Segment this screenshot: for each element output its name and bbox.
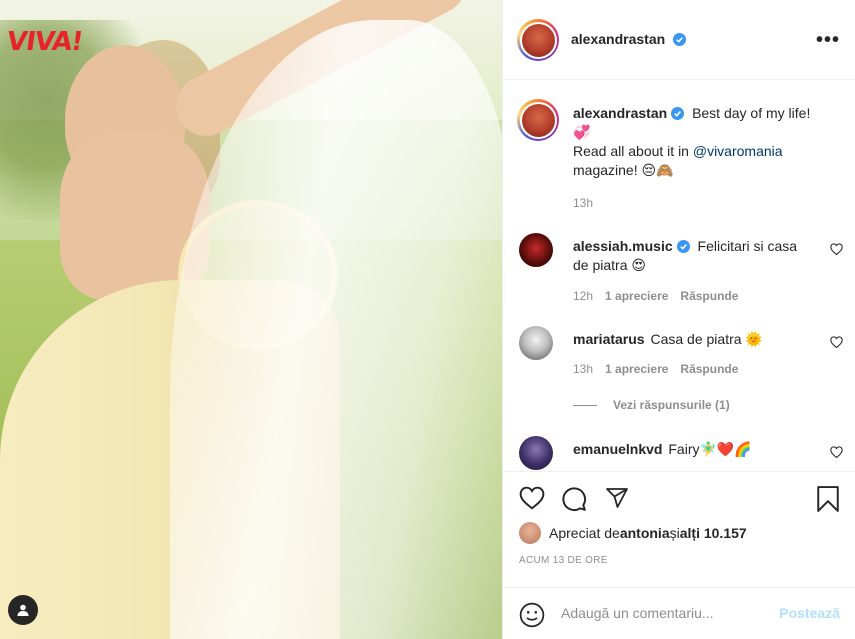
- commenter-avatar[interactable]: [519, 233, 553, 267]
- post-panel: alexandrastan ••• alexandrastan Best day…: [502, 0, 855, 639]
- avatar[interactable]: [517, 19, 559, 61]
- caption: alexandrastan Best day of my life! 💞 Rea…: [517, 99, 849, 219]
- comments-list[interactable]: alexandrastan Best day of my life! 💞 Rea…: [503, 81, 855, 471]
- comment-heart-icon[interactable]: [830, 336, 843, 348]
- reply-button[interactable]: Răspunde: [680, 362, 738, 376]
- caption-time[interactable]: 13h: [573, 196, 593, 210]
- comment-body: Fairy🧚‍♂️❤️🌈: [668, 441, 752, 457]
- header-user: alexandrastan: [571, 31, 687, 47]
- comment-username[interactable]: alessiah.music: [573, 238, 673, 254]
- likes-middle: și: [669, 525, 680, 541]
- commenter-avatar[interactable]: [519, 436, 553, 470]
- post-actions: Apreciat de antonia și alți 10.157 ACUM …: [503, 471, 855, 639]
- caption-meta: 13h: [573, 196, 593, 210]
- comment-input[interactable]: Adaugă un comentariu...: [561, 605, 714, 621]
- caption-line3: magazine! 😔🙈: [573, 162, 674, 178]
- comment-item: mariatarus Casa de piatra 🌞 13h 1 apreci…: [519, 326, 849, 412]
- header-username[interactable]: alexandrastan: [571, 31, 665, 47]
- heart-icon[interactable]: [519, 486, 545, 510]
- view-replies-button[interactable]: Vezi răspunsurile (1): [573, 398, 730, 412]
- more-options-icon[interactable]: •••: [816, 30, 840, 50]
- likes-prefix: Apreciat de: [549, 525, 620, 541]
- comment-text: mariatarus Casa de piatra 🌞: [573, 330, 803, 349]
- likes-summary: Apreciat de antonia și alți 10.157: [519, 522, 747, 544]
- verified-badge-icon: [676, 240, 690, 253]
- likes-user[interactable]: antonia: [620, 525, 670, 541]
- comment-username[interactable]: emanuelnkvd: [573, 441, 662, 457]
- comment-icon[interactable]: [561, 486, 587, 512]
- post-timestamp[interactable]: ACUM 13 DE ORE: [519, 555, 608, 566]
- post-header: alexandrastan •••: [503, 0, 855, 80]
- verified-badge-icon: [671, 107, 685, 120]
- reply-button[interactable]: Răspunde: [680, 289, 738, 303]
- liker-avatar[interactable]: [519, 522, 541, 544]
- verified-badge-icon: [673, 33, 687, 46]
- caption-line1: Best day of my life!: [692, 105, 811, 121]
- comment-text: alessiah.music Felicitari si casa de pia…: [573, 237, 803, 275]
- comment-time[interactable]: 13h: [573, 362, 593, 376]
- caption-text: alexandrastan Best day of my life! 💞 Rea…: [573, 104, 833, 180]
- caption-heart-emoji: 💞: [573, 124, 591, 140]
- viva-logo: VIVA!: [4, 27, 85, 57]
- comment-time[interactable]: 12h: [573, 289, 593, 303]
- caption-username[interactable]: alexandrastan: [573, 105, 667, 121]
- mention-link[interactable]: @vivaromania: [693, 143, 783, 159]
- add-comment-bar: Adaugă un comentariu... Postează: [503, 587, 855, 639]
- comment-item: alessiah.music Felicitari si casa de pia…: [519, 233, 849, 313]
- comment-body: Casa de piatra 🌞: [650, 331, 763, 347]
- share-icon[interactable]: [604, 486, 630, 510]
- comment-text: emanuelnkvd Fairy🧚‍♂️❤️🌈: [573, 440, 803, 459]
- emoji-icon[interactable]: [519, 602, 545, 628]
- comment-meta: 12h 1 apreciere Răspunde: [573, 289, 738, 303]
- comment-heart-icon[interactable]: [830, 243, 843, 255]
- post-button[interactable]: Postează: [779, 605, 840, 621]
- caption-line2-prefix: Read all about it in: [573, 143, 693, 159]
- likes-others[interactable]: alți 10.157: [680, 525, 747, 541]
- comment-likes[interactable]: 1 apreciere: [605, 289, 668, 303]
- comment-likes[interactable]: 1 apreciere: [605, 362, 668, 376]
- user-tag-icon[interactable]: [8, 595, 38, 625]
- commenter-avatar[interactable]: [519, 326, 553, 360]
- view-replies-label: Vezi răspunsurile (1): [613, 398, 730, 412]
- bookmark-icon[interactable]: [816, 486, 840, 512]
- replies-divider: [573, 404, 597, 406]
- comment-meta: 13h 1 apreciere Răspunde: [573, 362, 738, 376]
- post-photo[interactable]: VIVA!: [0, 0, 502, 639]
- comment-username[interactable]: mariatarus: [573, 331, 645, 347]
- caption-avatar[interactable]: [517, 99, 559, 141]
- comment-item: emanuelnkvd Fairy🧚‍♂️❤️🌈: [519, 436, 849, 471]
- comment-heart-icon[interactable]: [830, 446, 843, 458]
